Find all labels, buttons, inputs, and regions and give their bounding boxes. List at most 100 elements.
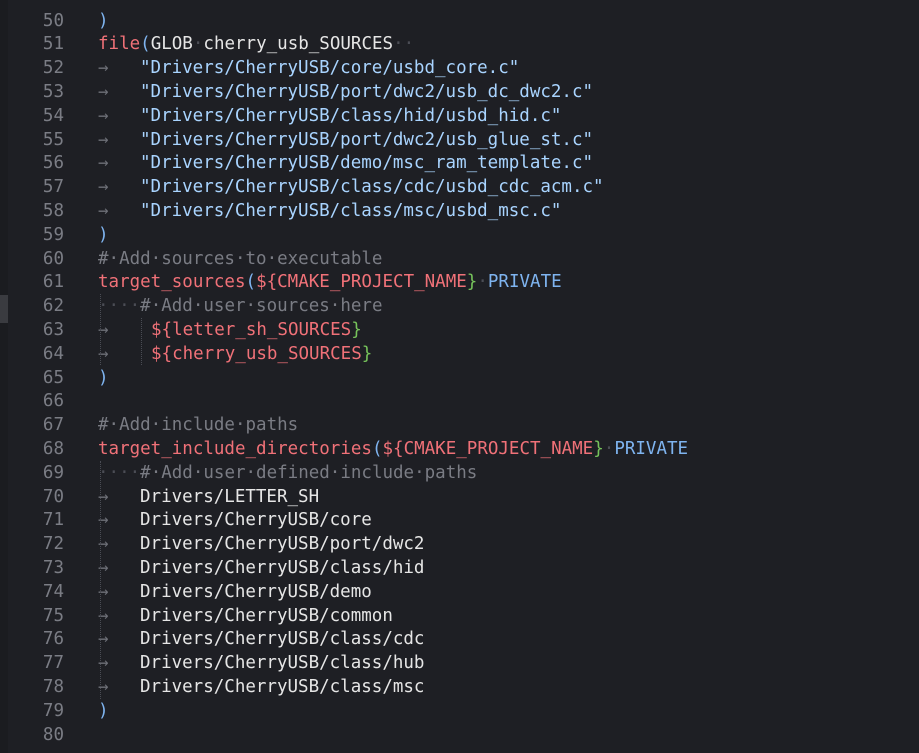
token-ws: ···· — [98, 462, 141, 483]
line-content: → Drivers/CherryUSB/demo — [98, 580, 372, 604]
tab-indent-marker: → — [98, 629, 109, 650]
indent-guide — [141, 317, 143, 366]
token-ws: · — [192, 34, 204, 55]
token-cm: #·Add·user·sources·here — [140, 296, 383, 317]
token-str: "Drivers/CherryUSB/port/dwc2/usb_glue_st… — [140, 129, 594, 150]
line-content: file(GLOB·cherry_usb_SOURCES·· — [98, 32, 414, 56]
line-number: 62 — [42, 296, 64, 317]
token-pl: Drivers/CherryUSB/demo — [140, 581, 372, 602]
tab-indent-marker: → — [98, 343, 109, 364]
token-pl: Drivers/CherryUSB/class/msc — [140, 676, 425, 697]
line-number: 60 — [42, 248, 64, 269]
line-number: 64 — [42, 343, 64, 364]
line-number: 76 — [42, 629, 64, 650]
code-editor[interactable]: 50) 51 file(GLOB·cherry_usb_SOURCES·· 52 → "D… — [0, 0, 919, 753]
line-number: 68 — [42, 438, 64, 459]
token-fn: target_include_directories — [98, 438, 372, 459]
token-str: "Drivers/CherryUSB/class/hid/usbd_hid.c" — [140, 105, 562, 126]
line-number: 79 — [42, 700, 64, 721]
tab-indent-marker: → — [98, 81, 109, 102]
line-content: → "Drivers/CherryUSB/class/hid/usbd_hid.c… — [98, 104, 561, 128]
line-number: 70 — [42, 486, 64, 507]
line-content: → Drivers/LETTER_SH — [98, 485, 319, 509]
tab-indent-marker: → — [98, 510, 109, 531]
line-content: #·Add·sources·to·executable — [98, 247, 382, 271]
line-content: → Drivers/CherryUSB/core — [98, 508, 372, 532]
token-br: } — [351, 319, 362, 340]
line-number: 50 — [42, 10, 64, 31]
tab-indent-marker: → — [98, 557, 109, 578]
tab-indent-marker: → — [98, 605, 109, 626]
token-pl: Drivers/CherryUSB/class/cdc — [140, 629, 425, 650]
token-pl: Drivers/CherryUSB/class/hub — [140, 653, 425, 674]
tab-indent-marker: → — [98, 581, 109, 602]
token-br: } — [593, 438, 604, 459]
line-number: 61 — [42, 272, 64, 293]
token-str: "Drivers/CherryUSB/demo/msc_ram_template… — [140, 153, 594, 174]
line-content: → Drivers/CherryUSB/class/hid — [98, 556, 424, 580]
line-content: → ${letter_sh_SOURCES} — [98, 318, 362, 342]
token-ws: · — [393, 34, 404, 55]
token-pl: Drivers/LETTER_SH — [140, 486, 320, 507]
token-vb: ${ — [256, 272, 278, 293]
line-content: ····#·Add·user·sources·here — [98, 294, 382, 318]
line-content: → "Drivers/CherryUSB/port/dwc2/usb_dc_dwc… — [98, 80, 593, 104]
token-pl: Drivers/CherryUSB/port/dwc2 — [140, 534, 425, 555]
token-vn: cherry_usb_SOURCES — [172, 343, 362, 364]
line-content: → "Drivers/CherryUSB/class/msc/usbd_msc.c… — [98, 199, 561, 223]
token-vb: ${ — [382, 438, 404, 459]
token-paren: ( — [140, 34, 151, 55]
line-number: 67 — [42, 415, 64, 436]
token-paren: ( — [371, 438, 383, 459]
tab-indent-marker: → — [98, 676, 109, 697]
tab-indent-marker: → — [98, 534, 109, 555]
indent-guide — [100, 460, 102, 699]
token-br: } — [466, 272, 478, 293]
token-pl: Drivers/CherryUSB/common — [140, 605, 393, 626]
line-number: 56 — [42, 153, 64, 174]
line-number: 59 — [42, 224, 64, 245]
line-number: 57 — [42, 177, 64, 198]
tab-indent-marker: → — [98, 319, 109, 340]
tab-indent-marker: → — [98, 105, 109, 126]
token-pl: Drivers/CherryUSB/class/hid — [140, 557, 425, 578]
token-vb: ${ — [151, 343, 173, 364]
line-content: → Drivers/CherryUSB/class/cdc — [98, 627, 424, 651]
token-str: "Drivers/CherryUSB/class/msc/usbd_msc.c" — [140, 200, 562, 221]
line-content: → Drivers/CherryUSB/class/hub — [98, 651, 424, 675]
token-str: "Drivers/CherryUSB/port/dwc2/usb_dc_dwc2… — [140, 81, 594, 102]
line-content: ) — [98, 223, 109, 247]
token-pl: Drivers/CherryUSB/core — [140, 510, 372, 531]
tab-indent-marker: → — [98, 58, 109, 79]
token-vb: ${ — [151, 319, 173, 340]
token-paren: ) — [98, 700, 109, 721]
tab-indent-marker: → — [98, 177, 109, 198]
line-content: → Drivers/CherryUSB/class/msc — [98, 675, 424, 699]
line-number: 74 — [42, 581, 64, 602]
tab-indent-marker: → — [98, 653, 109, 674]
token-paren: ( — [245, 272, 257, 293]
line-number: 53 — [42, 81, 64, 102]
line-content: → ${cherry_usb_SOURCES} — [98, 342, 372, 366]
token-str: "Drivers/CherryUSB/class/cdc/usbd_cdc_ac… — [140, 177, 604, 198]
line-number: 75 — [42, 605, 64, 626]
token-cm: #·Add·user·defined·include·paths — [140, 462, 478, 483]
line-number: 52 — [42, 58, 64, 79]
line-number: 54 — [42, 105, 64, 126]
line-number: 65 — [42, 367, 64, 388]
tab-indent-marker: → — [98, 486, 109, 507]
token-kw: PRIVATE — [614, 438, 689, 459]
line-number: 71 — [42, 510, 64, 531]
line-number: 72 — [42, 534, 64, 555]
line-content: → "Drivers/CherryUSB/demo/msc_ram_templat… — [98, 151, 593, 175]
token-vn: CMAKE_PROJECT_NAME — [277, 272, 467, 293]
line-content: ) — [98, 366, 109, 390]
token-str: "Drivers/CherryUSB/core/usbd_core.c" — [140, 58, 520, 79]
token-paren: ) — [98, 367, 109, 388]
line-content: → "Drivers/CherryUSB/class/cdc/usbd_cdc_a… — [98, 175, 604, 199]
token-ws: · — [403, 34, 415, 55]
token-fn: target_sources — [98, 272, 246, 293]
tab-indent-marker: → — [98, 153, 109, 174]
line-content: target_include_directories(${CMAKE_PROJE… — [98, 437, 688, 461]
token-cm: #·Add·include·paths — [98, 415, 299, 436]
